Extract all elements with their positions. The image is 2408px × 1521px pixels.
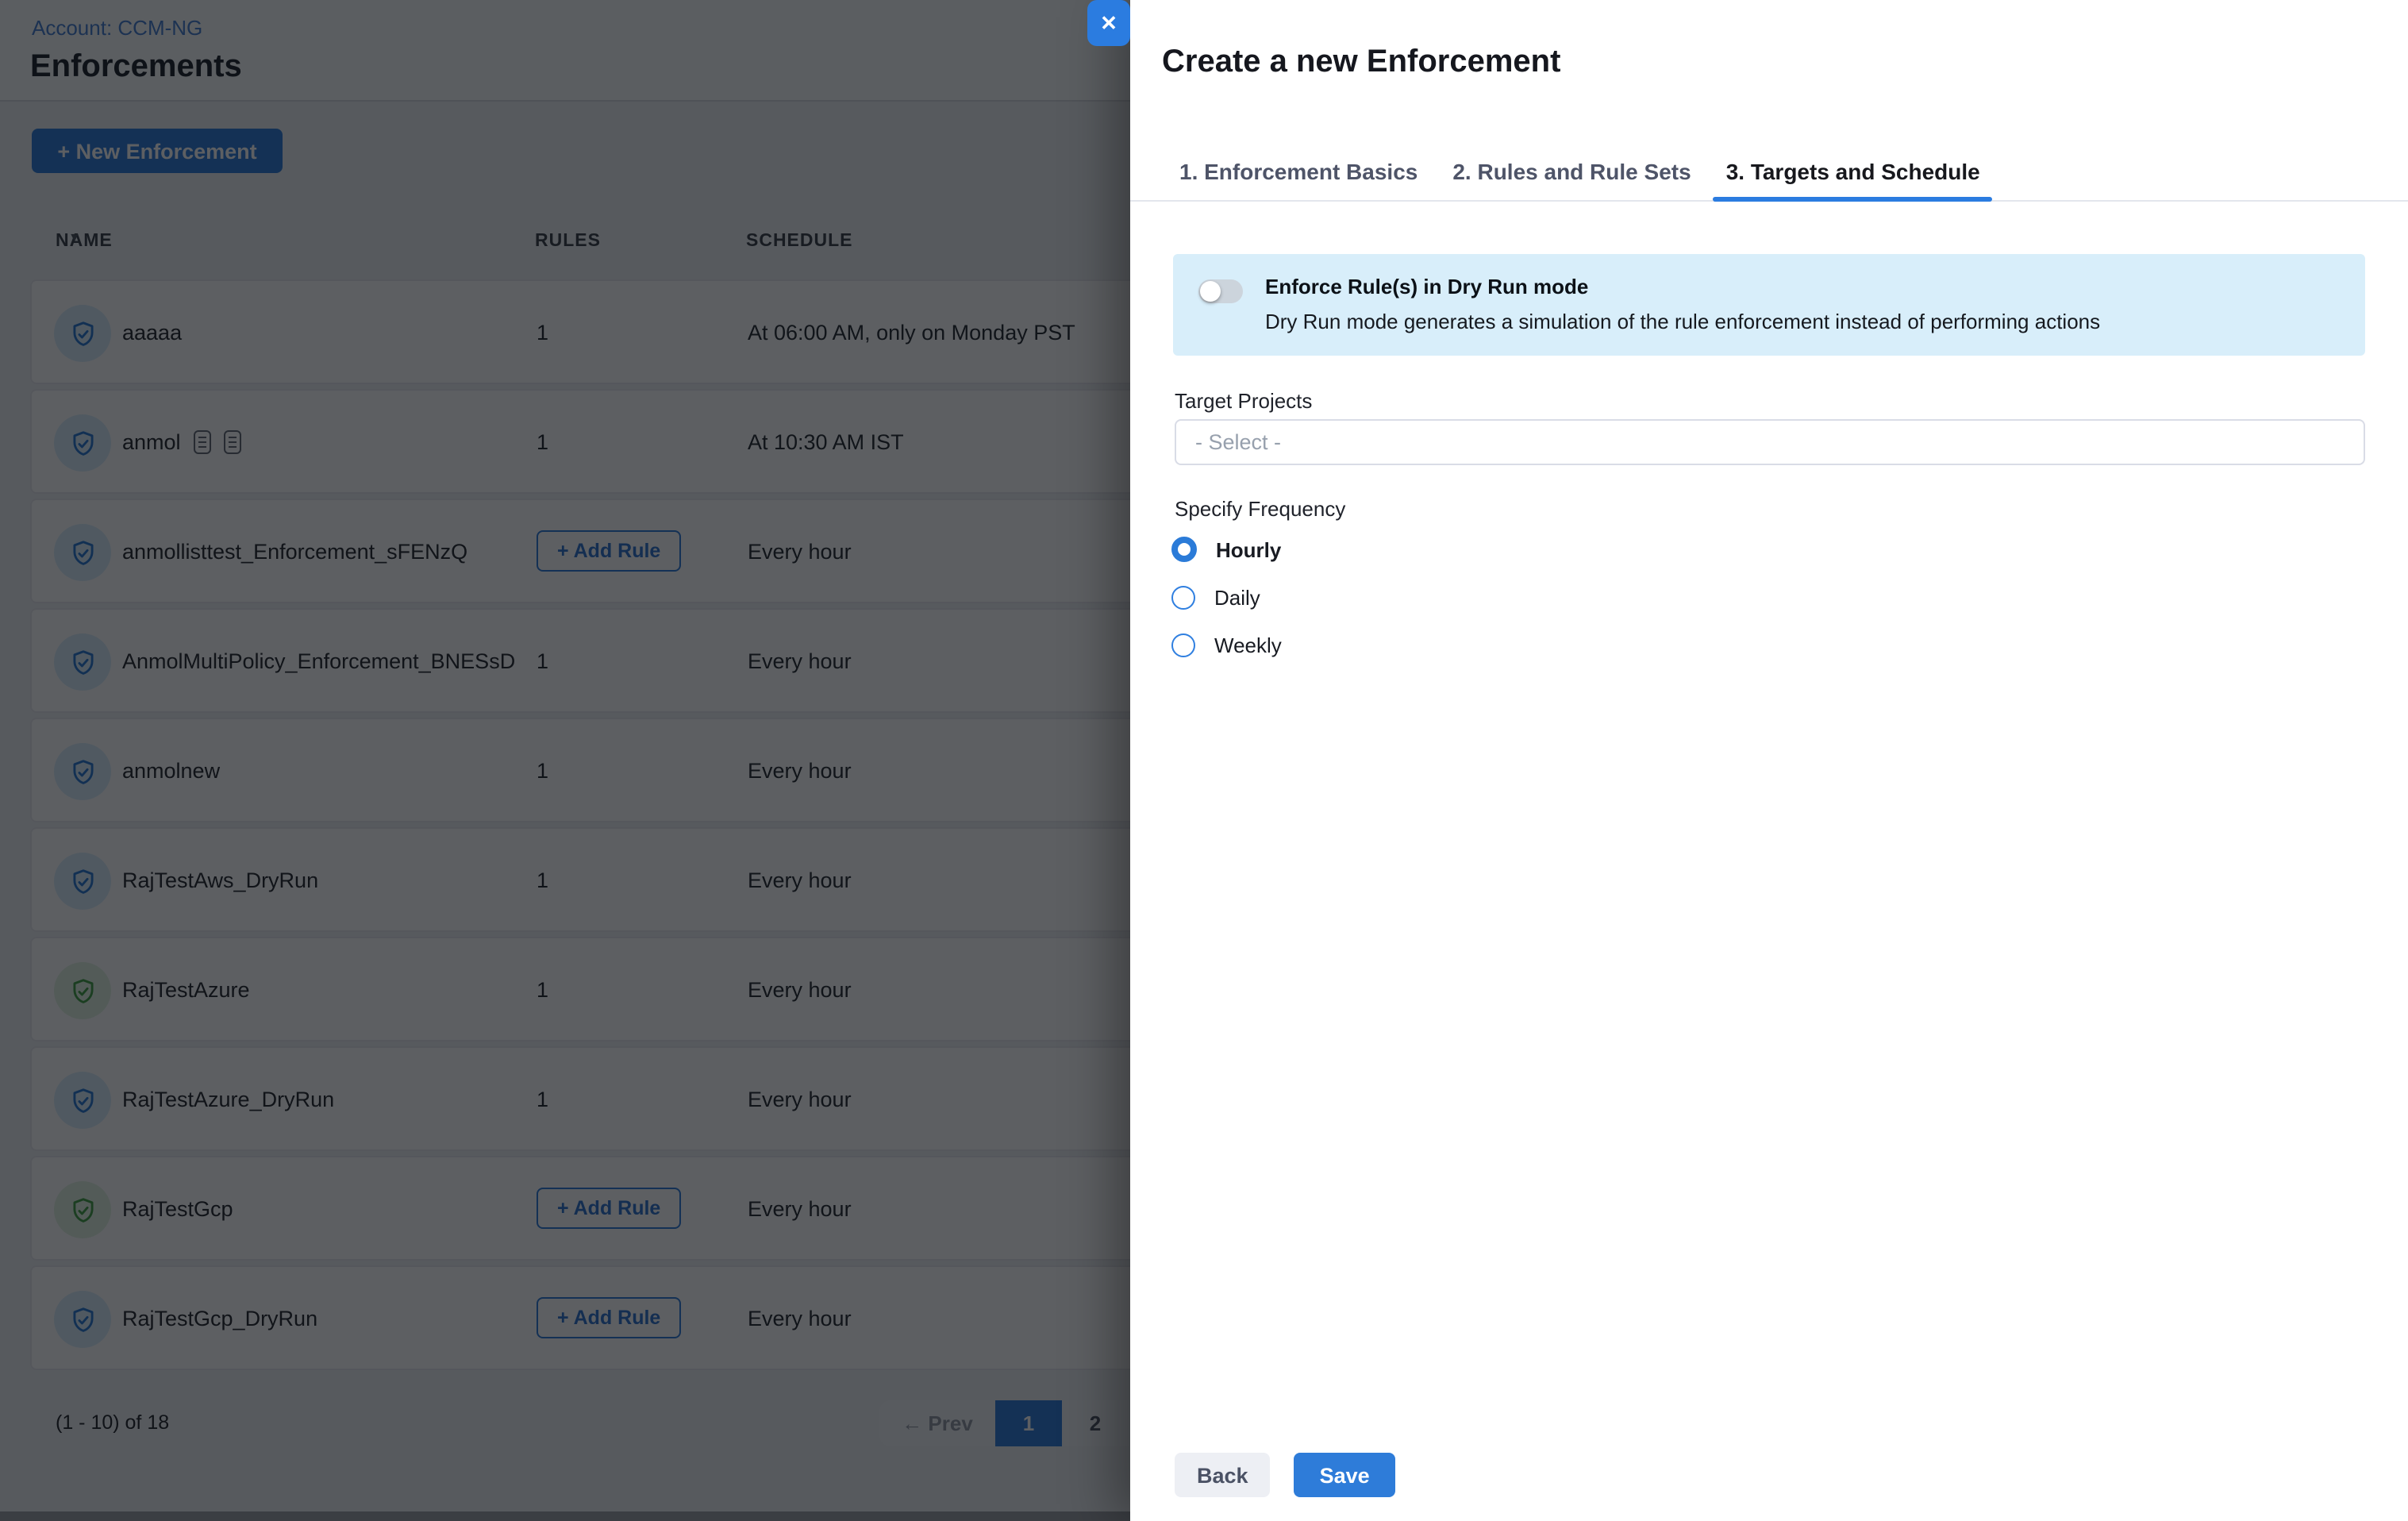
dry-run-info-box: Enforce Rule(s) in Dry Run mode Dry Run … <box>1173 254 2365 356</box>
drawer-title: Create a new Enforcement <box>1162 44 1560 81</box>
tab-2-rules-and-rule-sets[interactable]: 2. Rules and Rule Sets <box>1440 143 1703 200</box>
frequency-option-hourly[interactable]: Hourly <box>1171 537 2408 562</box>
select-placeholder: - Select - <box>1195 430 1281 454</box>
app-root: Account: CCM-NG Enforcements + New Enfor… <box>0 0 2408 1521</box>
tab-3-targets-and-schedule[interactable]: 3. Targets and Schedule <box>1714 143 1993 200</box>
frequency-option-label: Weekly <box>1214 633 1282 657</box>
create-enforcement-drawer: ✕ Create a new Enforcement 1. Enforcemen… <box>1130 0 2408 1521</box>
dry-run-texts: Enforce Rule(s) in Dry Run mode Dry Run … <box>1265 275 2100 335</box>
target-projects-select[interactable]: - Select - <box>1175 419 2365 465</box>
back-button[interactable]: Back <box>1175 1453 1271 1497</box>
save-button[interactable]: Save <box>1294 1453 1395 1497</box>
drawer-tabs: 1. Enforcement Basics2. Rules and Rule S… <box>1130 143 2408 202</box>
dry-run-toggle[interactable] <box>1198 279 1243 303</box>
toggle-knob <box>1200 281 1221 302</box>
frequency-option-label: Daily <box>1214 585 1260 609</box>
dry-run-description: Dry Run mode generates a simulation of t… <box>1265 310 2100 335</box>
dry-run-title: Enforce Rule(s) in Dry Run mode <box>1265 275 2100 300</box>
tab-1-enforcement-basics[interactable]: 1. Enforcement Basics <box>1167 143 1430 200</box>
frequency-option-weekly[interactable]: Weekly <box>1171 632 2408 657</box>
frequency-option-label: Hourly <box>1216 537 1281 561</box>
target-projects-label: Target Projects <box>1175 389 2365 413</box>
radio-unselected-icon[interactable] <box>1171 585 1195 609</box>
frequency-option-daily[interactable]: Daily <box>1171 584 2408 610</box>
close-drawer-button[interactable]: ✕ <box>1087 0 1130 46</box>
specify-frequency-label: Specify Frequency <box>1175 497 2365 521</box>
drawer-actions: Back Save <box>1175 1453 1395 1497</box>
radio-unselected-icon[interactable] <box>1171 633 1195 657</box>
radio-selected-icon[interactable] <box>1171 537 1197 562</box>
frequency-radio-group: Hourly Daily Weekly <box>1171 537 2408 657</box>
drawer-content: Enforce Rule(s) in Dry Run mode Dry Run … <box>1130 202 2408 1521</box>
